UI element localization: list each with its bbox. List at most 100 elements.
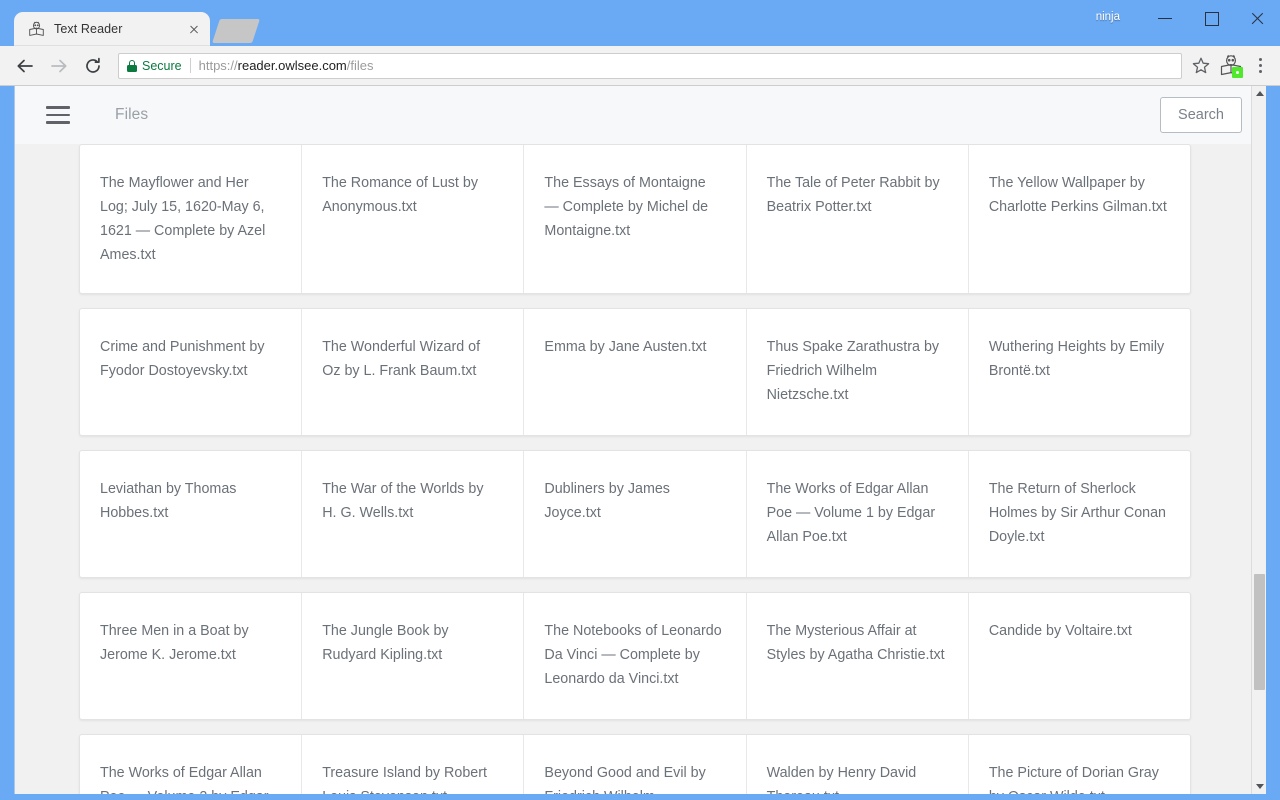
file-name: Crime and Punishment by Fyodor Dostoyevs…: [100, 339, 265, 379]
hamburger-menu-icon[interactable]: [41, 98, 75, 132]
file-cell[interactable]: Dubliners by James Joyce.txt: [524, 451, 746, 577]
file-name: The Tale of Peter Rabbit by Beatrix Pott…: [767, 175, 940, 215]
table-row: The Mayflower and Her Log; July 15, 1620…: [79, 144, 1191, 294]
back-button[interactable]: [10, 51, 40, 81]
table-row: Leviathan by Thomas Hobbes.txt The War o…: [79, 450, 1191, 578]
scrollbar-thumb[interactable]: [1254, 574, 1265, 690]
browser-window: Text Reader ninja: [0, 0, 1280, 800]
file-cell[interactable]: The Essays of Montaigne — Complete by Mi…: [524, 145, 746, 293]
file-cell[interactable]: The Romance of Lust by Anonymous.txt: [302, 145, 524, 293]
file-cell[interactable]: Candide by Voltaire.txt: [969, 593, 1190, 719]
file-cell[interactable]: The Mysterious Affair at Styles by Agath…: [747, 593, 969, 719]
tab-title: Text Reader: [54, 22, 182, 36]
file-name: The Wonderful Wizard of Oz by L. Frank B…: [322, 339, 480, 379]
back-arrow-icon: [15, 56, 35, 76]
file-name: The Essays of Montaigne — Complete by Mi…: [544, 175, 708, 239]
file-name: Treasure Island by Robert Louis Stevenso…: [322, 765, 487, 794]
file-name: The Works of Edgar Allan Poe — Volume 1 …: [767, 481, 935, 545]
file-cell[interactable]: The Yellow Wallpaper by Charlotte Perkin…: [969, 145, 1190, 293]
browser-toolbar: Secure https://reader.owlsee.com/files: [0, 46, 1280, 86]
profile-name-label: ninja: [1096, 11, 1120, 25]
file-name: Leviathan by Thomas Hobbes.txt: [100, 481, 236, 521]
file-name: Three Men in a Boat by Jerome K. Jerome.…: [100, 623, 249, 663]
file-name: The Works of Edgar Allan Poe — Volume 2 …: [100, 765, 268, 794]
file-cell[interactable]: The Jungle Book by Rudyard Kipling.txt: [302, 593, 524, 719]
extension-status-badge: [1232, 67, 1243, 78]
file-cell[interactable]: The Works of Edgar Allan Poe — Volume 2 …: [80, 735, 302, 794]
address-bar-divider: [190, 58, 191, 73]
file-cell[interactable]: Crime and Punishment by Fyodor Dostoyevs…: [80, 309, 302, 435]
window-close-button[interactable]: [1234, 3, 1280, 33]
file-cell[interactable]: The War of the Worlds by H. G. Wells.txt: [302, 451, 524, 577]
file-cell[interactable]: The Wonderful Wizard of Oz by L. Frank B…: [302, 309, 524, 435]
app-header: Files Search: [15, 86, 1266, 144]
security-status-label: Secure: [142, 59, 182, 73]
window-minimize-button[interactable]: [1142, 3, 1188, 33]
file-cell[interactable]: The Works of Edgar Allan Poe — Volume 1 …: [747, 451, 969, 577]
tab-strip: Text Reader: [14, 10, 256, 46]
window-controls: ninja: [1096, 0, 1280, 36]
url-host: reader.owlsee.com: [238, 58, 347, 73]
tab-text-reader[interactable]: Text Reader: [14, 12, 210, 46]
reload-icon: [83, 56, 103, 76]
file-cell[interactable]: Thus Spake Zarathustra by Friedrich Wilh…: [747, 309, 969, 435]
file-name: Beyond Good and Evil by Friedrich Wilhel…: [544, 765, 705, 794]
page-scrollbar[interactable]: [1251, 86, 1266, 794]
hamburger-bar: [46, 114, 70, 116]
file-cell[interactable]: Wuthering Heights by Emily Brontë.txt: [969, 309, 1190, 435]
scroll-down-arrow-icon[interactable]: [1252, 779, 1266, 794]
file-cell[interactable]: Walden by Henry David Thoreau.txt: [747, 735, 969, 794]
file-name: Candide by Voltaire.txt: [989, 623, 1132, 639]
browser-menu-button[interactable]: [1248, 53, 1272, 79]
page-viewport: Files Search The Mayflower and Her Log; …: [14, 86, 1266, 794]
search-button[interactable]: Search: [1160, 97, 1242, 133]
new-tab-button[interactable]: [212, 19, 260, 43]
menu-dot: [1259, 64, 1262, 67]
file-name: The War of the Worlds by H. G. Wells.txt: [322, 481, 483, 521]
file-list-region: The Mayflower and Her Log; July 15, 1620…: [15, 144, 1266, 794]
page-title: Files: [115, 106, 1160, 124]
file-name: The Picture of Dorian Gray by Oscar Wild…: [989, 765, 1159, 794]
file-cell[interactable]: Emma by Jane Austen.txt: [524, 309, 746, 435]
file-cell[interactable]: Treasure Island by Robert Louis Stevenso…: [302, 735, 524, 794]
scroll-up-arrow-icon[interactable]: [1252, 86, 1266, 101]
file-name: The Notebooks of Leonardo Da Vinci — Com…: [544, 623, 721, 687]
file-cell[interactable]: The Notebooks of Leonardo Da Vinci — Com…: [524, 593, 746, 719]
reload-button[interactable]: [78, 51, 108, 81]
file-cell[interactable]: The Tale of Peter Rabbit by Beatrix Pott…: [747, 145, 969, 293]
table-row: Crime and Punishment by Fyodor Dostoyevs…: [79, 308, 1191, 436]
lock-icon: [127, 60, 137, 72]
address-bar-url: https://reader.owlsee.com/files: [199, 58, 374, 73]
owl-book-favicon: [28, 21, 45, 38]
url-path: /files: [347, 58, 374, 73]
window-maximize-button[interactable]: [1188, 3, 1234, 33]
file-cell[interactable]: The Mayflower and Her Log; July 15, 1620…: [80, 145, 302, 293]
hamburger-bar: [46, 106, 70, 108]
tab-close-icon[interactable]: [186, 21, 202, 37]
menu-dot: [1259, 58, 1262, 61]
forward-arrow-icon: [49, 56, 69, 76]
menu-dot: [1259, 70, 1262, 73]
file-cell[interactable]: Three Men in a Boat by Jerome K. Jerome.…: [80, 593, 302, 719]
hamburger-bar: [46, 121, 70, 123]
file-name: Walden by Henry David Thoreau.txt: [767, 765, 917, 794]
file-name: The Mysterious Affair at Styles by Agath…: [767, 623, 945, 663]
file-cell[interactable]: The Picture of Dorian Gray by Oscar Wild…: [969, 735, 1190, 794]
file-name: The Return of Sherlock Holmes by Sir Art…: [989, 481, 1166, 545]
star-icon: [1190, 55, 1212, 77]
file-name: The Yellow Wallpaper by Charlotte Perkin…: [989, 175, 1167, 215]
table-row: The Works of Edgar Allan Poe — Volume 2 …: [79, 734, 1191, 794]
url-scheme: https://: [199, 58, 238, 73]
file-grid: The Mayflower and Her Log; July 15, 1620…: [79, 144, 1191, 794]
file-name: The Mayflower and Her Log; July 15, 1620…: [100, 175, 265, 263]
bookmark-star-icon[interactable]: [1190, 55, 1212, 77]
address-bar[interactable]: Secure https://reader.owlsee.com/files: [118, 53, 1182, 79]
file-name: Dubliners by James Joyce.txt: [544, 481, 670, 521]
file-name: The Jungle Book by Rudyard Kipling.txt: [322, 623, 448, 663]
extension-owl-icon[interactable]: [1218, 53, 1244, 79]
file-cell[interactable]: Leviathan by Thomas Hobbes.txt: [80, 451, 302, 577]
file-cell[interactable]: The Return of Sherlock Holmes by Sir Art…: [969, 451, 1190, 577]
browser-titlebar: Text Reader ninja: [0, 0, 1280, 46]
forward-button[interactable]: [44, 51, 74, 81]
file-cell[interactable]: Beyond Good and Evil by Friedrich Wilhel…: [524, 735, 746, 794]
